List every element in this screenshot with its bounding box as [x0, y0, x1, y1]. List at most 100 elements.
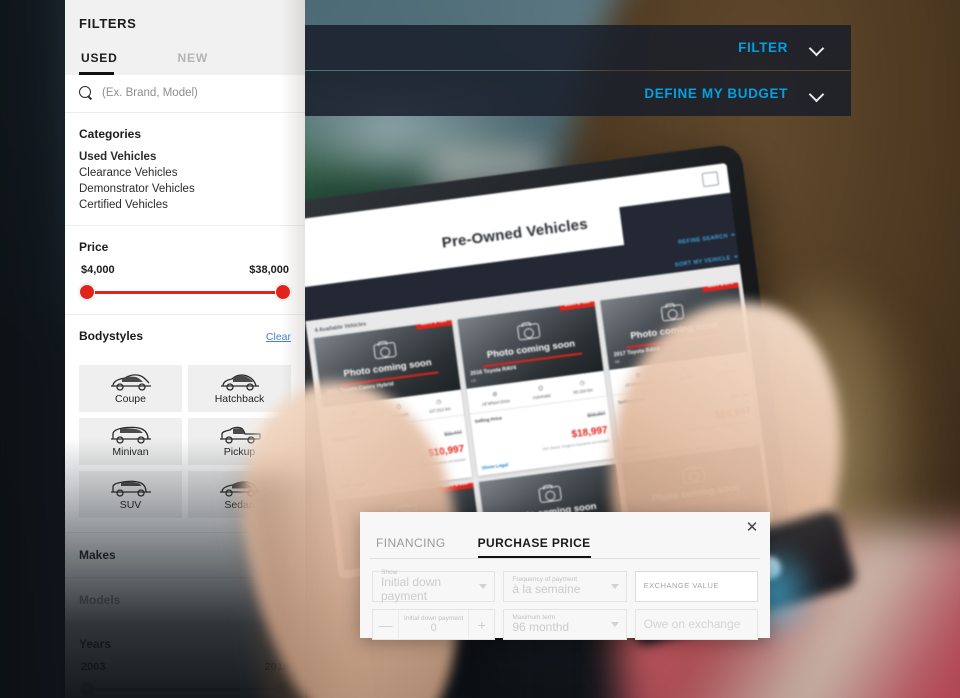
frequency-value: à la semaine [512, 582, 581, 597]
car-minivan-icon [110, 426, 151, 444]
stepper-value-area: Initial down payment 0 [399, 610, 468, 639]
bodystyle-coupe[interactable]: Coupe [79, 365, 182, 412]
stepper-label: Initial down payment [404, 615, 464, 622]
tablet-spec-drivetrain: ⚙All Wheel Drive [480, 389, 510, 408]
financing-tabs-divider [370, 558, 760, 559]
odometer-icon: ◷ [435, 399, 442, 406]
category-certified-vehicles[interactable]: Certified Vehicles [79, 199, 291, 211]
define-my-budget-bar[interactable]: DEFINE MY BUDGET [305, 71, 851, 116]
financing-column-2: Frequency of payment à la semaine Maximu… [503, 571, 627, 640]
stepper-value: 0 [430, 622, 437, 634]
bodystyle-coupe-label: Coupe [115, 393, 146, 405]
screenshot-stage: Pre-Owned Vehicles REFINE SEARCH SORT MY… [0, 0, 960, 698]
bodystyles-heading: Bodystyles [79, 329, 144, 343]
price-range-labels: $4,000 $38,000 [81, 264, 289, 276]
tablet-save-badge: Save $ 400 [558, 301, 596, 311]
maximum-term-value: 96 monthd [512, 620, 570, 635]
bodystyle-hatchback[interactable]: Hatchback [188, 365, 291, 412]
bodystyle-minivan[interactable]: Minivan [79, 418, 182, 465]
tablet-grid-view-icon[interactable] [701, 171, 720, 188]
price-slider-min-handle[interactable] [79, 284, 95, 300]
bodystyle-suv-label: SUV [119, 499, 142, 511]
category-clearance-vehicles[interactable]: Clearance Vehicles [79, 167, 291, 179]
years-slider-track [87, 688, 283, 691]
show-select[interactable]: Show Initial down payment [372, 569, 496, 603]
tab-purchase-price[interactable]: PURCHASE PRICE [477, 536, 591, 559]
camera-icon [373, 341, 398, 360]
price-slider-track [87, 291, 283, 294]
down-payment-stepper[interactable]: — Initial down payment 0 + [372, 609, 496, 640]
bodystyle-hatchback-label: Hatchback [214, 393, 265, 405]
financing-panel: ✕ FINANCING PURCHASE PRICE Show Initial … [360, 512, 770, 640]
search-input[interactable] [102, 87, 291, 99]
bodystyle-minivan-label: Minivan [112, 446, 149, 458]
camera-icon [538, 485, 562, 504]
tablet-vehicle-card[interactable]: Save $ 400 Photo coming soon 2016 Toyota R… [457, 301, 616, 477]
price-heading: Price [79, 240, 109, 254]
price-min-label: $4,000 [81, 264, 115, 276]
models-heading: Models [79, 593, 121, 607]
categories-section: Categories Used Vehicles Clearance Vehic… [65, 113, 305, 226]
chevron-down-icon [610, 584, 619, 589]
tablet-was-price: $11,447 [444, 430, 463, 439]
exchange-value-label: EXCHANGE VALUE [643, 581, 719, 591]
makes-heading: Makes [79, 548, 116, 562]
car-coupe-icon [110, 374, 151, 391]
filter-bar-label: FILTER [738, 40, 788, 55]
financing-column-1: Show Initial down payment — Initial down… [372, 569, 496, 640]
filter-bar[interactable]: FILTER [305, 25, 851, 70]
frequency-of-payment-select[interactable]: Frequency of payment à la semaine [503, 571, 627, 602]
owe-on-exchange-field[interactable]: Owe on exchange [634, 609, 758, 640]
financing-tabs: FINANCING PURCHASE PRICE [360, 512, 770, 559]
price-section: Price $4,000 $38,000 [65, 226, 305, 315]
transmission-icon: ⛭ [538, 385, 544, 393]
years-range-labels: 2003 2018 [81, 661, 289, 673]
category-used-vehicles[interactable]: Used Vehicles [79, 151, 291, 163]
exchange-value-field[interactable]: EXCHANGE VALUE [634, 571, 758, 602]
stepper-plus-button[interactable]: + [468, 610, 494, 639]
tablet-dropdown-panel: REFINE SEARCH SORT MY VEHICLE [619, 192, 740, 279]
categories-list: Used Vehicles Clearance Vehicles Demonst… [79, 151, 291, 211]
camera-icon [516, 322, 541, 341]
years-range-slider[interactable] [79, 681, 291, 697]
tab-financing[interactable]: FINANCING [376, 536, 446, 559]
tablet-price-box: $19,397 $18,997 HST, Bonus, Freight & Insu… [538, 402, 610, 452]
years-min-label: 2003 [81, 661, 106, 673]
tablet-refine-search-dropdown[interactable]: REFINE SEARCH [678, 233, 728, 245]
bodystyle-suv[interactable]: SUV [79, 471, 182, 518]
categories-heading: Categories [79, 127, 142, 141]
tablet-save-badge: Save $ 375 [702, 282, 739, 293]
define-my-budget-label: DEFINE MY BUDGET [644, 86, 788, 101]
financing-column-3: EXCHANGE VALUE Owe on exchange [634, 571, 758, 640]
tablet-sort-dropdown[interactable]: SORT MY VEHICLE [675, 255, 732, 268]
car-hatchback-icon [220, 374, 259, 391]
tab-new[interactable]: NEW [176, 43, 210, 75]
tablet-spec-odometer: ◷ 127,012 km [427, 397, 451, 415]
years-slider-min-handle[interactable] [79, 681, 95, 697]
chevron-down-icon [810, 41, 823, 54]
search-row[interactable] [65, 75, 305, 113]
chevron-down-icon [479, 584, 488, 589]
bodystyles-clear-link[interactable]: Clear [266, 331, 291, 343]
tablet-spec-transmission: ⛭Automatic [532, 385, 552, 401]
price-range-slider[interactable] [79, 284, 291, 300]
tablet-current-price: $18,997 [571, 425, 609, 441]
chevron-down-icon [810, 87, 823, 100]
price-max-label: $38,000 [249, 264, 289, 276]
financing-fields: Show Initial down payment — Initial down… [360, 559, 770, 652]
tablet-spec-odometer: ◷ 60,154 km [573, 380, 594, 395]
tablet-selling-price-label: Selling Price [474, 415, 503, 425]
condition-tabs: USED NEW [65, 43, 305, 75]
car-suv-icon [110, 480, 151, 497]
tablet-save-badge: Save $ 450 [415, 320, 452, 330]
bodystyles-header: Bodystyles Clear [79, 329, 291, 353]
stepper-minus-button[interactable]: — [373, 610, 399, 639]
maximum-term-select[interactable]: Maximum term 96 monthd [503, 609, 627, 640]
category-demonstrator-vehicles[interactable]: Demonstrator Vehicles [79, 183, 291, 195]
owe-on-exchange-label: Owe on exchange [643, 616, 741, 631]
chevron-down-icon [610, 622, 619, 627]
search-icon [79, 86, 93, 100]
odometer-icon: ◷ [579, 380, 586, 388]
price-slider-max-handle[interactable] [275, 284, 291, 300]
tab-used[interactable]: USED [79, 43, 120, 75]
